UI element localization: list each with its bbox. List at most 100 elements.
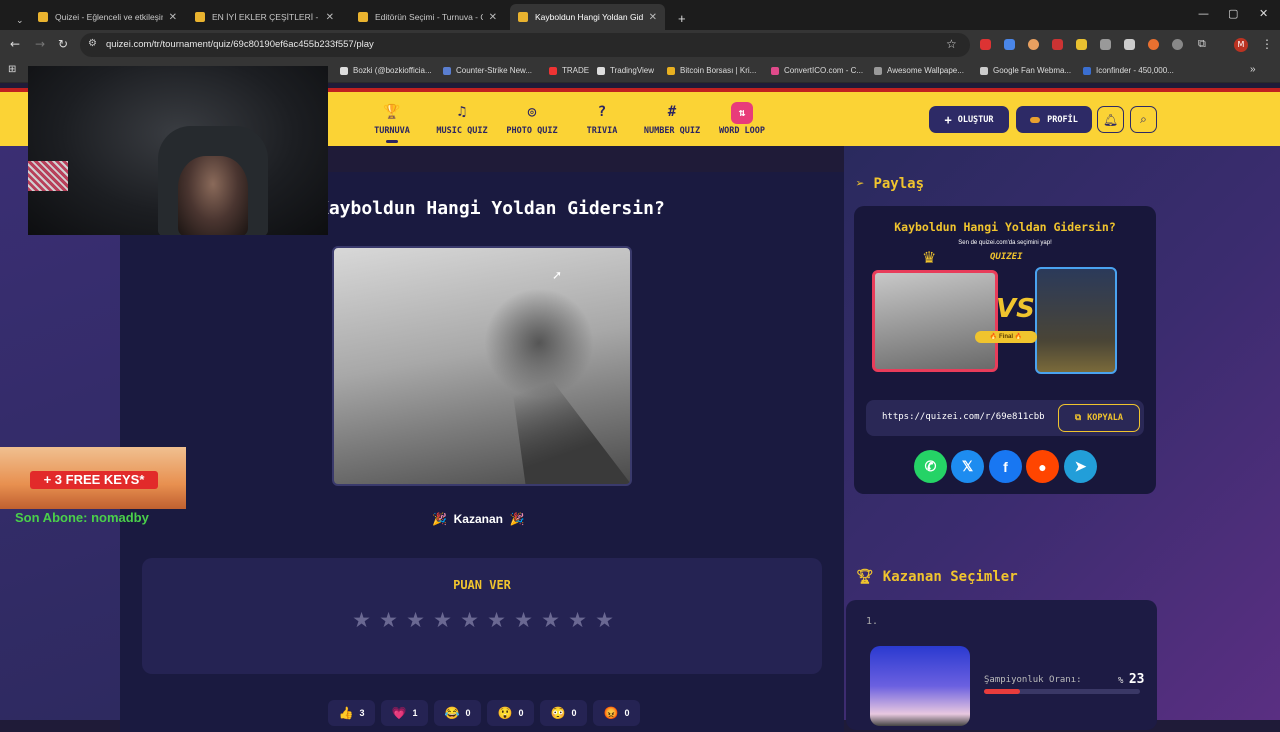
more-bookmarks-icon[interactable]: » — [1250, 64, 1256, 75]
extension-icon[interactable] — [1076, 39, 1087, 50]
winners-card: 1. Şampiyonluk Oranı: % 23 — [846, 600, 1157, 730]
winners-heading: 🏆︎ Kazanan Seçimler — [856, 569, 1018, 585]
close-tab-icon[interactable]: ✕ — [326, 12, 334, 23]
bookmark-favicon-icon — [443, 66, 451, 75]
new-tab-button[interactable]: + — [670, 5, 688, 31]
tab-favicon-icon — [358, 12, 368, 22]
nav-number-quiz[interactable]: # NUMBER QUIZ — [632, 102, 712, 136]
copy-button[interactable]: ⧉ KOPYALA — [1058, 404, 1140, 432]
star-icon[interactable]: ★ — [537, 608, 564, 632]
avatar-icon — [1030, 116, 1041, 123]
finalist-image-2 — [1035, 267, 1117, 374]
nav-turnuva[interactable]: 🏆 TURNUVA — [352, 102, 432, 136]
url-bar[interactable]: ⚙ quizei.com/tr/tournament/quiz/69c80190… — [80, 33, 970, 57]
tab-title: Quizei - Eğlenceli ve etkileşimli — [55, 12, 163, 22]
quiz-winner-image[interactable] — [332, 246, 632, 486]
reddit-share-icon[interactable]: ● — [1026, 450, 1059, 483]
bookmark-item[interactable]: ConvertICO.com - C... — [771, 66, 863, 75]
reaction-button[interactable]: 😡 0 — [593, 700, 640, 726]
reaction-emoji: 😲 — [497, 706, 513, 720]
star-icon[interactable]: ★ — [591, 608, 618, 632]
copy-icon: ⧉ — [1075, 413, 1082, 423]
close-tab-icon[interactable]: ✕ — [169, 12, 177, 23]
close-tab-icon[interactable]: ✕ — [489, 12, 497, 23]
extension-icon[interactable] — [980, 39, 991, 50]
reaction-button[interactable]: 👍 3 — [328, 700, 375, 726]
extension-icon[interactable] — [1172, 39, 1183, 50]
tab-title: EN İYİ EKLER ÇEŞİTLERİ - Tier Li — [212, 12, 320, 22]
reaction-count: 0 — [465, 708, 471, 718]
profile-button[interactable]: PROFİL — [1016, 106, 1092, 133]
reaction-button[interactable]: 💗 1 — [381, 700, 428, 726]
browser-tab[interactable]: Editörün Seçimi - Turnuva - Qui ✕ — [350, 4, 505, 30]
nav-word-loop[interactable]: ⇅ WORD LOOP — [702, 102, 782, 136]
bookmark-item[interactable]: Counter-Strike New... — [443, 66, 532, 75]
back-icon[interactable]: ← — [10, 37, 20, 51]
minimize-icon[interactable]: — — [1198, 7, 1209, 20]
bookmark-star-icon[interactable]: ☆ — [946, 37, 957, 51]
nav-photo-quiz[interactable]: ◎ PHOTO QUIZ — [492, 102, 572, 136]
bookmark-item[interactable]: Iconfinder - 450,000... — [1083, 66, 1174, 75]
star-icon[interactable]: ★ — [402, 608, 429, 632]
extension-icon[interactable] — [1100, 39, 1111, 50]
bookmark-item[interactable]: Google Fan Webma... — [980, 66, 1071, 75]
menu-icon[interactable]: ⋮ — [1261, 37, 1273, 51]
nav-trivia[interactable]: ? TRIVIA — [562, 102, 642, 136]
close-tab-icon[interactable]: ✕ — [649, 12, 657, 23]
star-icon[interactable]: ★ — [483, 608, 510, 632]
maximize-icon[interactable]: ▢ — [1228, 7, 1238, 20]
rank-number: 1. — [866, 616, 879, 627]
whatsapp-share-icon[interactable]: ✆ — [914, 450, 947, 483]
free-keys-text: + 3 FREE KEYS* — [30, 471, 158, 489]
neon-light — [28, 161, 68, 191]
bookmark-item[interactable]: Bozki (@bozkiofficia... — [340, 66, 432, 75]
reaction-emoji: 👍 — [338, 706, 354, 720]
telegram-share-icon[interactable]: ➤ — [1064, 450, 1097, 483]
star-icon[interactable]: ★ — [564, 608, 591, 632]
bookmark-item[interactable]: TradingView — [597, 66, 654, 75]
profile-avatar[interactable]: M — [1234, 38, 1248, 52]
star-icon[interactable]: ★ — [429, 608, 456, 632]
share-link[interactable]: https://quizei.com/r/69e811cbb — [882, 412, 1054, 422]
forward-icon[interactable]: → — [35, 37, 45, 51]
reaction-button[interactable]: 😲 0 — [487, 700, 534, 726]
bookmark-item[interactable]: TRADE — [549, 66, 589, 75]
nav-music-quiz[interactable]: ♫ MUSIC QUIZ — [422, 102, 502, 136]
share-card: Kayboldun Hangi Yoldan Gidersin? Sen de … — [854, 206, 1156, 494]
puzzle-icon[interactable]: ⧉ — [1198, 37, 1209, 50]
apps-grid-icon[interactable]: ⊞ — [8, 64, 16, 75]
star-icon[interactable]: ★ — [510, 608, 537, 632]
bookmark-favicon-icon — [667, 66, 675, 75]
browser-tab[interactable]: Quizei - Eğlenceli ve etkileşimli ✕ — [30, 4, 185, 30]
tab-title: Kayboldun Hangi Yoldan Giders — [535, 12, 643, 22]
extension-icon[interactable] — [1148, 39, 1159, 50]
browser-tab[interactable]: Kayboldun Hangi Yoldan Giders ✕ — [510, 4, 665, 30]
reaction-button[interactable]: 😂 0 — [434, 700, 481, 726]
translate-icon[interactable] — [1004, 39, 1015, 50]
bookmark-item[interactable]: Awesome Wallpape... — [874, 66, 964, 75]
create-button[interactable]: + OLUŞTUR — [929, 106, 1009, 133]
extension-icon[interactable] — [1052, 39, 1063, 50]
rating-title: PUAN VER — [453, 578, 511, 592]
extension-icon[interactable] — [1124, 39, 1135, 50]
extension-icon[interactable] — [1028, 39, 1039, 50]
facebook-share-icon[interactable]: f — [989, 450, 1022, 483]
star-rating: ★ ★ ★ ★ ★ ★ ★ ★ ★ ★ — [348, 608, 618, 632]
championship-rate-label: Şampiyonluk Oranı: — [984, 675, 1082, 685]
bell-icon[interactable]: 🔔︎ — [1097, 106, 1124, 133]
bookmark-item[interactable]: Bitcoin Borsası | Kri... — [667, 66, 756, 75]
x-share-icon[interactable]: 𝕏 — [951, 450, 984, 483]
browser-tab[interactable]: EN İYİ EKLER ÇEŞİTLERİ - Tier Li ✕ — [187, 4, 342, 30]
star-icon[interactable]: ★ — [456, 608, 483, 632]
close-window-icon[interactable]: ✕ — [1259, 7, 1268, 20]
star-icon[interactable]: ★ — [375, 608, 402, 632]
reaction-count: 0 — [518, 708, 524, 718]
search-icon[interactable]: ⌕ — [1130, 106, 1157, 133]
reaction-button[interactable]: 😳 0 — [540, 700, 587, 726]
winner-thumbnail[interactable] — [870, 646, 970, 726]
reload-icon[interactable]: ↻ — [58, 37, 68, 51]
star-icon[interactable]: ★ — [348, 608, 375, 632]
site-info-icon[interactable]: ⚙ — [88, 38, 97, 49]
finalist-image-1 — [872, 270, 998, 372]
send-icon: ➢ — [856, 176, 865, 192]
